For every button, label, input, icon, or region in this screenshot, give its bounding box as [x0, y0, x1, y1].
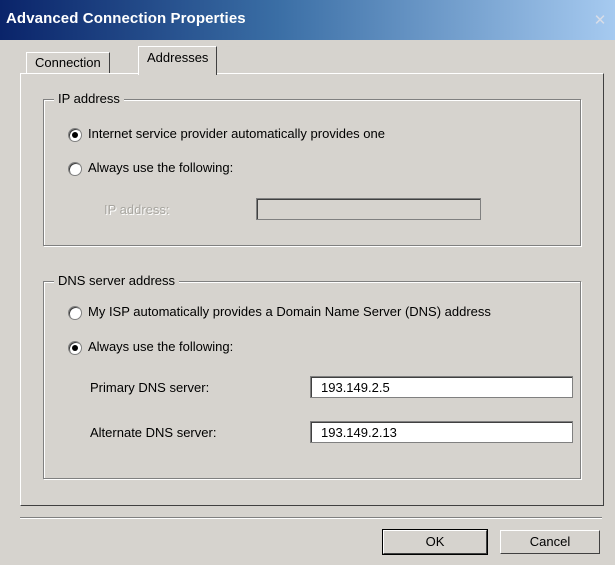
title-bar[interactable]: Advanced Connection Properties ✕: [0, 0, 615, 40]
tab-strip: Connection Addresses: [20, 46, 600, 75]
ip-address-field-label: IP address:: [104, 202, 170, 217]
primary-dns-label: Primary DNS server:: [90, 380, 210, 395]
radio-selected-dot: [72, 345, 78, 351]
advanced-connection-properties-dialog: Advanced Connection Properties ✕ Connect…: [0, 0, 615, 565]
footer-divider: [20, 517, 602, 519]
primary-dns-field[interactable]: 193.149.2.5: [310, 376, 573, 398]
dns-server-group: DNS server address My ISP automatically …: [43, 273, 581, 479]
dns-server-group-label: DNS server address: [54, 273, 180, 288]
window-title: Advanced Connection Properties: [6, 10, 246, 27]
ip-address-group: IP address Internet service provider aut…: [43, 91, 581, 246]
radio-button[interactable]: [68, 341, 82, 355]
tab-connection[interactable]: Connection: [26, 52, 110, 75]
alternate-dns-field[interactable]: 193.149.2.13: [310, 421, 573, 443]
tab-addresses[interactable]: Addresses: [138, 46, 218, 75]
ip-address-field[interactable]: [256, 198, 481, 220]
ip-address-group-label: IP address: [54, 91, 124, 106]
radio-isp-provides-ip-label: Internet service provider automatically …: [88, 126, 385, 141]
radio-button[interactable]: [68, 306, 82, 320]
close-icon[interactable]: ✕: [591, 12, 609, 30]
addresses-panel: IP address Internet service provider aut…: [20, 73, 604, 506]
cancel-button[interactable]: Cancel: [500, 530, 600, 554]
radio-always-use-dns-label: Always use the following:: [88, 339, 234, 354]
radio-selected-dot: [72, 132, 78, 138]
radio-isp-provides-dns-label: My ISP automatically provides a Domain N…: [88, 304, 491, 319]
alternate-dns-label: Alternate DNS server:: [90, 425, 217, 440]
radio-button[interactable]: [68, 128, 82, 142]
radio-button[interactable]: [68, 162, 82, 176]
ok-button[interactable]: OK: [382, 529, 488, 555]
radio-always-use-ip-label: Always use the following:: [88, 160, 234, 175]
